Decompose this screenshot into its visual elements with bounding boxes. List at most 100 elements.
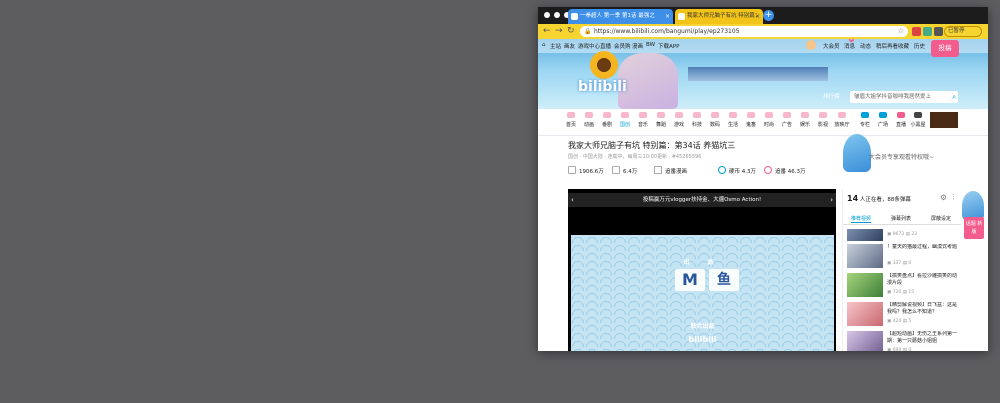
browser-toolbar: ← → ↻ 🔒 https://www.bilibili.com/bangumi… — [538, 24, 988, 39]
address-bar[interactable]: 🔒 https://www.bilibili.com/bangumi/play/… — [580, 26, 908, 37]
nav-item[interactable]: 历史 — [914, 42, 925, 50]
category-item[interactable]: 专栏 — [858, 112, 872, 128]
category-item[interactable]: 广场 — [876, 112, 890, 128]
video-thumbnail[interactable] — [847, 244, 883, 268]
extension-icon[interactable] — [934, 27, 943, 36]
video-thumbnail[interactable] — [847, 302, 883, 326]
profile-button[interactable]: 已暂停 — [944, 26, 982, 37]
extension-icon[interactable] — [912, 27, 921, 36]
topic-button[interactable]: 话题 新版 — [964, 217, 984, 239]
extension-icon[interactable] — [923, 27, 932, 36]
forward-arrow-icon[interactable]: → — [555, 26, 563, 37]
nav-item[interactable]: 稍后再看 — [876, 42, 898, 50]
nav-item[interactable]: 消息 — [844, 42, 855, 50]
category-icon — [801, 112, 809, 118]
vip-promo-text: 大会员专享观看特权哦~ — [869, 154, 935, 161]
banner-bridge-art — [688, 67, 828, 81]
close-window-icon[interactable] — [544, 12, 550, 18]
video-player[interactable]: 投稿赢万元vlogger扶持金、大疆Osmo Action! ‹ › 出 品 M… — [568, 189, 836, 351]
minimize-window-icon[interactable] — [554, 12, 560, 18]
nav-item[interactable]: 会员购 — [614, 42, 631, 50]
coin-button[interactable]: 硬币 4.3万 — [718, 166, 756, 175]
category-item[interactable]: 音乐 — [636, 112, 650, 128]
bookmark-star-icon[interactable]: ☆ — [898, 26, 904, 37]
close-tab-icon[interactable]: × — [665, 9, 670, 24]
tab-block-settings[interactable]: 屏蔽设定 — [931, 215, 951, 222]
nav-home-icon[interactable]: ⌂ — [542, 42, 546, 48]
list-item[interactable]: 【超短动画】无伤之王系列第一期：第一只蘑菇小姐姐 ▣ 699 ▤ 0 — [847, 331, 957, 351]
bilibili-favicon-icon — [678, 13, 685, 20]
back-arrow-icon[interactable]: ← — [543, 26, 551, 37]
category-item[interactable]: 番剧 — [600, 112, 614, 128]
reload-icon[interactable]: ↻ — [567, 26, 575, 37]
side-panel: 14 人正在看，88条弹幕 ⚙ ⋮ 推荐视频 弹幕列表 屏蔽设定 ▣ 9673 … — [842, 189, 961, 351]
search-input[interactable]: 皱眉大姐学抖音咖啡我居然爱上 ⌕ — [850, 91, 958, 103]
item-title[interactable]: 【搞笑盘点】看拉沙雕搞笑的动漫片段 — [887, 273, 957, 287]
nav-item[interactable]: BW — [646, 42, 655, 48]
nav-item[interactable]: 主站 — [550, 42, 561, 50]
tab-one-punch-man[interactable]: 一拳超人 第一季 第1话 最强之 × — [568, 9, 673, 24]
gear-icon[interactable]: ⚙ — [940, 193, 947, 202]
item-title[interactable]: ！童天的猫最过程，幽漠式考题 — [887, 244, 957, 251]
nav-item[interactable]: 收藏 — [898, 42, 909, 50]
next-arrow-icon[interactable]: › — [830, 193, 833, 207]
nav-item[interactable]: 大会员 — [823, 42, 840, 50]
item-title[interactable]: 【精剪解说视频】日飞盆：这是我吗？我怎么不知道？ — [887, 302, 957, 316]
category-item[interactable]: 生活 — [726, 112, 740, 128]
category-item[interactable]: 鬼畜 — [744, 112, 758, 128]
category-item[interactable]: 时尚 — [762, 112, 776, 128]
video-frame[interactable]: 出 品 M 鱼 联合出品 bilibili — [571, 235, 834, 351]
category-item[interactable]: 舞蹈 — [654, 112, 668, 128]
rank-link[interactable]: 排行榜 — [823, 92, 840, 100]
category-item[interactable]: 游戏 — [672, 112, 686, 128]
category-item[interactable]: 动画 — [582, 112, 596, 128]
page-content: ⌂ 主站 画友 游戏中心 直播 会员购 漫画 BW 下载APP 大会员 消息 3… — [538, 39, 988, 351]
follow-manga[interactable]: 追番漫画 — [654, 166, 687, 175]
new-tab-button[interactable]: + — [763, 10, 774, 21]
coin-icon — [718, 166, 726, 174]
upload-button[interactable]: 投稿 — [931, 40, 959, 57]
category-item[interactable]: 小黑屋 — [910, 112, 926, 128]
nav-item[interactable]: 画友 — [564, 42, 575, 50]
video-thumbnail[interactable] — [847, 229, 883, 241]
tab-danmaku-list[interactable]: 弹幕列表 — [891, 215, 911, 222]
category-icon — [693, 112, 701, 118]
prev-arrow-icon[interactable]: ‹ — [571, 193, 574, 207]
list-item[interactable]: ▣ 9673 ▤ 23 — [847, 229, 957, 241]
tab-active-video[interactable]: 我家大师兄脑子有坑 特别篇： × — [675, 9, 763, 24]
vip-promo[interactable]: 大会员专享观看特权哦~ — [843, 134, 973, 179]
category-icon — [783, 112, 791, 118]
category-item[interactable]: 直播 — [894, 112, 908, 128]
promo-banner[interactable] — [930, 112, 958, 128]
lock-icon: 🔒 — [584, 28, 592, 35]
video-thumbnail[interactable] — [847, 331, 883, 351]
category-item[interactable]: 影视 — [816, 112, 830, 128]
video-meta: 国创 · 中国大陆 · 连载中，每周三10:00更新 · #45265396 — [568, 154, 702, 160]
category-item[interactable]: 数码 — [708, 112, 722, 128]
video-thumbnail[interactable] — [847, 273, 883, 297]
category-item-active[interactable]: 国创 — [618, 112, 632, 128]
category-icon — [639, 112, 647, 118]
site-logo[interactable]: bilibili — [578, 79, 627, 95]
item-title[interactable]: 【超短动画】无伤之王系列第一期：第一只蘑菇小姐姐 — [887, 331, 957, 345]
tab-recommended[interactable]: 推荐视频 — [851, 215, 872, 223]
category-item[interactable]: 放映厅 — [834, 112, 850, 128]
nav-item[interactable]: 动态 — [860, 42, 871, 50]
nav-item[interactable]: 直播 — [600, 42, 611, 50]
close-tab-icon[interactable]: × — [755, 9, 760, 24]
category-item[interactable]: 首页 — [564, 112, 578, 128]
category-item[interactable]: 娱乐 — [798, 112, 812, 128]
category-item[interactable]: 科技 — [690, 112, 704, 128]
list-item[interactable]: 【精剪解说视频】日飞盆：这是我吗？我怎么不知道？ ▣ 424 ▤ 5 — [847, 302, 957, 328]
nav-item[interactable]: 游戏中心 — [578, 42, 600, 50]
search-icon[interactable]: ⌕ — [952, 91, 956, 103]
nav-item[interactable]: 下载APP — [658, 42, 679, 50]
avatar[interactable] — [806, 40, 816, 50]
category-item[interactable]: 广告 — [780, 112, 794, 128]
nav-item[interactable]: 漫画 — [632, 42, 643, 50]
player-banner[interactable]: 投稿赢万元vlogger扶持金、大疆Osmo Action! — [568, 193, 836, 207]
follow-button[interactable]: 追番 46.3万 — [764, 166, 806, 175]
more-icon[interactable]: ⋮ — [950, 193, 957, 201]
list-item[interactable]: ！童天的猫最过程，幽漠式考题 ▣ 337 ▤ 0 — [847, 244, 957, 270]
list-item[interactable]: 【搞笑盘点】看拉沙雕搞笑的动漫片段 ▣ 720 ▤ 15 — [847, 273, 957, 299]
